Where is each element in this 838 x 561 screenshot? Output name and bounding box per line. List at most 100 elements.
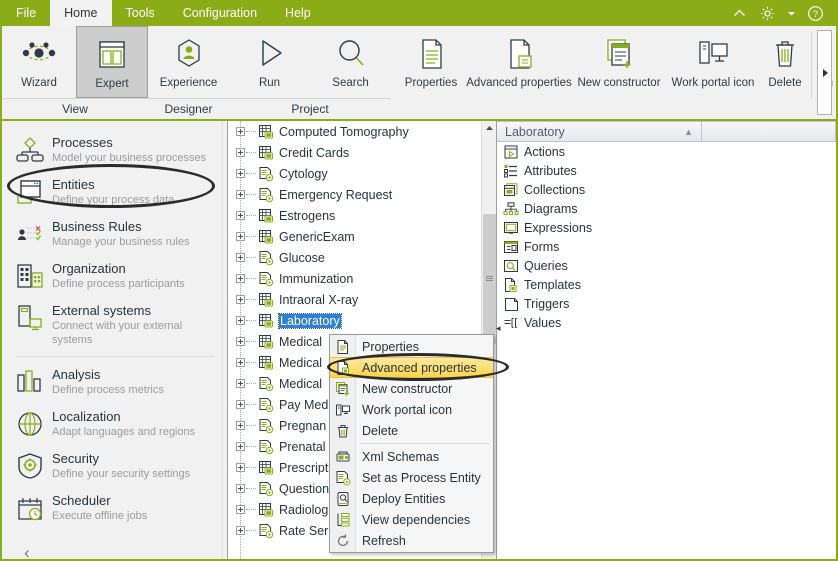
ribbon-button-advanced-properties[interactable]: Advanced properties [466,26,572,98]
tree-expander-icon[interactable] [236,169,245,178]
context-menu-item-xml-schemas[interactable]: Xml Schemas [330,446,493,467]
tree-expander-icon[interactable] [236,232,245,241]
sidebar-item-analysis[interactable]: Analysis Define process metrics [2,361,227,403]
menu-item-configuration[interactable]: Configuration [169,0,271,26]
business-rules-icon [14,218,46,250]
ribbon-button-experience[interactable]: Experience [148,26,229,98]
ribbon-button-run-label: Run [258,77,281,89]
collapse-ribbon-icon[interactable] [731,5,748,22]
details-item-values[interactable]: Values [497,313,836,332]
tree-expander-icon[interactable] [236,484,245,493]
sidebar-item-security[interactable]: Security Define your security settings [2,445,227,487]
context-menu-item-view-dependencies[interactable]: View dependencies [330,509,493,530]
details-item-triggers[interactable]: Triggers [497,294,836,313]
sidebar-item-processes[interactable]: Processes Model your business processes [2,129,227,171]
context-menu-item-new-constructor[interactable]: New constructor [330,378,493,399]
entities-icon [14,176,46,208]
details-item-actions[interactable]: Actions [497,142,836,161]
tree-item-cytology[interactable]: Cytology [228,163,496,184]
context-menu-item-deploy-entities[interactable]: Deploy Entities [330,488,493,509]
tree-scrollbar-thumb[interactable] [483,214,496,344]
menu-item-file[interactable]: File [2,0,50,26]
tree-item-computed-tomography[interactable]: Computed Tomography [228,121,496,142]
menu-item-home[interactable]: Home [50,0,112,26]
details-panel-collapse-marker-icon[interactable]: ◂ [496,323,501,334]
tree-item-glucose[interactable]: Glucose [228,247,496,268]
tree-expander-icon[interactable] [236,337,245,346]
ribbon-button-expert[interactable]: Expert [76,26,148,98]
tree-item-intraoral-x-ray[interactable]: Intraoral X-ray [228,289,496,310]
ribbon-button-properties[interactable]: Properties [395,26,467,98]
sidebar-item-scheduler[interactable]: Scheduler Execute offline jobs [2,487,227,529]
tree-connector-line [246,278,256,279]
tree-item-emergency-request[interactable]: Emergency Request [228,184,496,205]
settings-gear-icon[interactable] [759,5,776,22]
tree-connector-line [246,530,256,531]
ribbon-overflow-scroll[interactable] [814,26,836,119]
tree-item-immunization[interactable]: Immunization [228,268,496,289]
menu-item-help[interactable]: Help [271,0,325,26]
details-item-templates[interactable]: Templates [497,275,836,294]
ribbon-button-run[interactable]: Run [229,26,310,98]
settings-dropdown-icon[interactable] [787,5,796,22]
help-icon[interactable]: ? [807,5,824,22]
details-item-queries[interactable]: Queries [497,256,836,275]
tree-expander-icon[interactable] [236,316,245,325]
sidebar-collapse-button[interactable]: ‹ [2,529,227,559]
ribbon-group-project-label: Project [229,98,391,119]
ribbon-button-wizard[interactable]: Wizard [2,26,76,98]
details-item-attributes[interactable]: Attributes [497,161,836,180]
menu-item-tools[interactable]: Tools [112,0,169,26]
tree-expander-icon[interactable] [236,127,245,136]
tree-expander-icon[interactable] [236,463,245,472]
context-menu-item-set-as-process-entity[interactable]: Set as Process Entity [330,467,493,488]
sidebar-item-entities[interactable]: Entities Define your process data [2,171,227,213]
tree-item-credit-cards[interactable]: Credit Cards [228,142,496,163]
ribbon-button-work-portal-icon[interactable]: Work portal icon [667,26,759,98]
sort-ascending-icon[interactable]: ▲ [684,127,693,137]
tree-expander-icon[interactable] [236,190,245,199]
advanced-properties-document-icon [330,360,356,376]
tree-item-genericexam[interactable]: GenericExam [228,226,496,247]
tree-expander-icon[interactable] [236,274,245,283]
sidebar-item-analysis-text: Analysis Define process metrics [46,366,164,397]
tree-scroll-up-arrow-icon[interactable] [482,121,496,136]
tree-expander-icon[interactable] [236,526,245,535]
ribbon-button-search[interactable]: Search [310,26,391,98]
context-menu-item-work-portal-icon[interactable]: Work portal icon [330,399,493,420]
tree-expander-icon[interactable] [236,211,245,220]
details-header-title-cell[interactable]: Laboratory ▲ [497,121,702,142]
details-item-forms[interactable]: Forms [497,237,836,256]
context-menu-item-refresh[interactable]: Refresh [330,530,493,551]
tree-expander-icon[interactable] [236,442,245,451]
details-item-expressions[interactable]: Expressions [497,218,836,237]
sidebar-item-external-systems[interactable]: External systems Connect with your exter… [2,297,227,352]
sidebar-item-business-rules[interactable]: Business Rules Manage your business rule… [2,213,227,255]
details-item-collections[interactable]: Collections [497,180,836,199]
sidebar-item-localization[interactable]: Localization Adapt languages and regions [2,403,227,445]
tree-connector-line [246,194,256,195]
ribbon-button-new-constructor[interactable]: New constructor [571,26,667,98]
tree-expander-icon[interactable] [236,148,245,157]
menu-item-file-label: File [16,6,37,20]
ribbon-button-delete[interactable]: Delete [759,26,811,98]
tree-item-estrogens[interactable]: Estrogens [228,205,496,226]
details-item-diagrams[interactable]: Diagrams [497,199,836,218]
context-menu-item-delete[interactable]: Delete [330,420,493,441]
context-menu-item-properties[interactable]: Properties [330,336,493,357]
context-menu-item-advanced-properties[interactable]: Advanced properties [330,357,493,378]
tree-item-laboratory[interactable]: Laboratory [228,310,496,331]
tree-expander-icon[interactable] [236,400,245,409]
sidebar-item-organization[interactable]: Organization Define process participants [2,255,227,297]
tree-expander-icon[interactable] [236,379,245,388]
details-header-empty-cell[interactable] [702,121,836,142]
tree-expander-icon[interactable] [236,295,245,304]
sidebar-item-external-systems-subtitle: Connect with your external systems [52,320,183,346]
experience-person-icon [168,33,210,75]
tree-expander-icon[interactable] [236,358,245,367]
sidebar-item-external-systems-text: External systems Connect with your exter… [46,302,221,347]
tree-expander-icon[interactable] [236,253,245,262]
tree-expander-icon[interactable] [236,505,245,514]
tree-expander-icon[interactable] [236,421,245,430]
sidebar-item-localization-text: Localization Adapt languages and regions [46,408,195,439]
